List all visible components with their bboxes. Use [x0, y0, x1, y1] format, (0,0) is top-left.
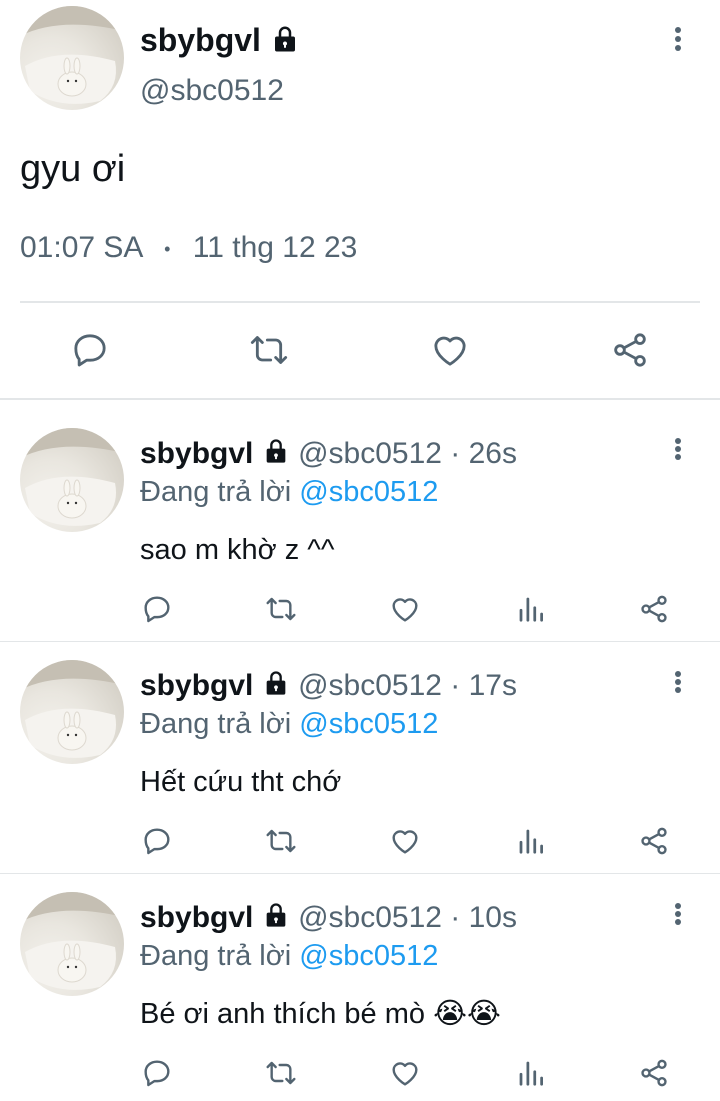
- tweet-date: 11 thg 12 23: [192, 231, 358, 264]
- share-icon[interactable]: [610, 330, 650, 370]
- display-name[interactable]: sbybgvl: [140, 20, 300, 63]
- analytics-icon[interactable]: [516, 593, 546, 625]
- replying-to-handle[interactable]: @sbc0512: [299, 476, 438, 508]
- separator-dot: •: [164, 239, 171, 260]
- avatar[interactable]: [20, 428, 124, 532]
- handle-and-time[interactable]: @sbc0512 · 26s: [298, 437, 517, 470]
- share-icon[interactable]: [638, 1057, 670, 1089]
- handle[interactable]: @sbc0512: [140, 72, 284, 110]
- avatar[interactable]: [20, 660, 124, 764]
- lock-icon: [262, 437, 290, 474]
- comment-icon[interactable]: [141, 593, 173, 625]
- replying-to-label: Đang trả lời: [140, 940, 292, 972]
- replying-to-handle[interactable]: @sbc0512: [299, 940, 438, 972]
- reply-header: sbybgvl @sbc0512 · 17s: [140, 668, 517, 706]
- heart-icon[interactable]: [389, 825, 421, 857]
- comment-icon[interactable]: [141, 825, 173, 857]
- replying-to-label: Đang trả lời: [140, 476, 292, 508]
- tweet-time: 01:07 SA: [20, 231, 142, 264]
- reply-tweet[interactable]: sbybgvl @sbc0512 · 17s Đang trả lời @sbc…: [0, 642, 720, 873]
- share-icon[interactable]: [638, 825, 670, 857]
- retweet-icon[interactable]: [248, 330, 290, 370]
- replying-to: Đang trả lời @sbc0512: [140, 938, 438, 974]
- display-name[interactable]: sbybgvl: [140, 901, 253, 934]
- replying-to-handle[interactable]: @sbc0512: [299, 708, 438, 740]
- heart-icon[interactable]: [389, 593, 421, 625]
- retweet-icon[interactable]: [264, 1057, 298, 1089]
- reply-header: sbybgvl @sbc0512 · 10s: [140, 900, 517, 938]
- analytics-icon[interactable]: [516, 825, 546, 857]
- heart-icon[interactable]: [389, 1057, 421, 1089]
- lock-icon: [262, 901, 290, 938]
- analytics-icon[interactable]: [516, 1057, 546, 1089]
- replying-to-label: Đang trả lời: [140, 708, 292, 740]
- comment-icon[interactable]: [70, 330, 110, 370]
- reply-tweet[interactable]: sbybgvl @sbc0512 · 10s Đang trả lời @sbc…: [0, 874, 720, 1101]
- reply-text: sao m khờ z ^^: [140, 534, 335, 566]
- more-options-icon[interactable]: [674, 27, 682, 51]
- reply-tweet[interactable]: sbybgvl @sbc0512 · 26s Đang trả lời @sbc…: [0, 400, 720, 641]
- display-name[interactable]: sbybgvl: [140, 437, 253, 470]
- main-divider: [20, 301, 700, 303]
- crying-emoji: 😭😭: [433, 998, 501, 1030]
- more-options-icon[interactable]: [674, 438, 682, 460]
- handle-and-time[interactable]: @sbc0512 · 17s: [298, 669, 517, 702]
- avatar[interactable]: [20, 6, 124, 110]
- reply-header: sbybgvl @sbc0512 · 26s: [140, 436, 517, 474]
- share-icon[interactable]: [638, 593, 670, 625]
- lock-icon: [262, 669, 290, 706]
- display-name[interactable]: sbybgvl: [140, 669, 253, 702]
- more-options-icon[interactable]: [674, 903, 682, 925]
- more-options-icon[interactable]: [674, 671, 682, 693]
- heart-icon[interactable]: [430, 330, 470, 370]
- retweet-icon[interactable]: [264, 593, 298, 625]
- replying-to: Đang trả lời @sbc0512: [140, 474, 438, 510]
- tweet-timestamp: 01:07 SA • 11 thg 12 23: [20, 230, 357, 267]
- tweet-text: gyu ơi: [20, 148, 126, 190]
- handle-and-time[interactable]: @sbc0512 · 10s: [298, 901, 517, 934]
- reply-text: Bé ơi anh thích bé mò 😭😭: [140, 998, 501, 1030]
- lock-icon: [270, 23, 300, 63]
- reply-text: Hết cứu tht chớ: [140, 766, 342, 798]
- retweet-icon[interactable]: [264, 825, 298, 857]
- avatar[interactable]: [20, 892, 124, 996]
- replying-to: Đang trả lời @sbc0512: [140, 706, 438, 742]
- comment-icon[interactable]: [141, 1057, 173, 1089]
